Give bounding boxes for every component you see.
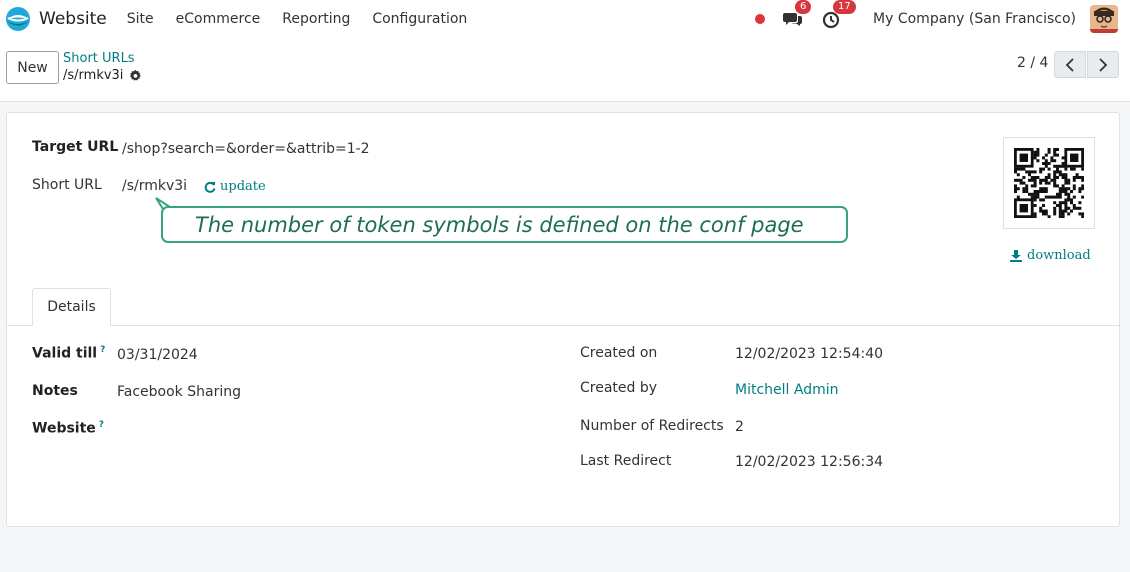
annotation-text: The number of token symbols is defined o… [195, 213, 804, 237]
refresh-icon [204, 181, 216, 193]
record-title-text: /s/rmkv3i [63, 68, 124, 83]
app-name: Website [39, 9, 107, 29]
breadcrumb-short-urls[interactable]: Short URLs [63, 51, 135, 66]
status-dot-icon[interactable] [755, 14, 766, 24]
update-link[interactable]: update [204, 179, 266, 194]
activities-button[interactable]: 17 [821, 0, 856, 29]
created-on-value: 12/02/2023 12:54:40 [735, 346, 884, 362]
main-menu: Site eCommerce Reporting Configuration [127, 11, 490, 27]
valid-till-help-icon[interactable]: ? [100, 345, 105, 355]
download-link-text: download [1027, 248, 1091, 263]
chevron-left-icon [1065, 57, 1074, 72]
messages-count-badge: 6 [795, 0, 812, 14]
tab-details[interactable]: Details [32, 288, 111, 326]
pager-previous-button[interactable] [1054, 51, 1086, 78]
pager-next-button[interactable] [1087, 51, 1119, 78]
annotation-callout: The number of token symbols is defined o… [161, 206, 848, 243]
last-redirect-value: 12/02/2023 12:56:34 [735, 454, 884, 470]
valid-till-label: Valid till? [32, 345, 105, 362]
messages-button[interactable]: 6 [783, 0, 812, 29]
menu-item-site[interactable]: Site [127, 11, 154, 27]
menu-item-ecommerce[interactable]: eCommerce [176, 11, 261, 27]
website-app-icon [6, 7, 30, 31]
top-navbar: Website Site eCommerce Reporting Configu… [0, 0, 1130, 38]
navbar-systray: 6 17 My Company (San Francisco) [755, 0, 1118, 38]
app-brand[interactable]: Website [5, 6, 107, 32]
user-avatar[interactable] [1090, 5, 1118, 33]
short-url-label: Short URL [32, 177, 102, 193]
target-url-value[interactable]: /shop?search=&order=&attrib=1-2 [122, 141, 370, 157]
last-redirect-label: Last Redirect [580, 453, 672, 469]
website-label-text: Website [32, 420, 96, 437]
target-url-label: Target URL [32, 139, 119, 155]
qr-code [1003, 137, 1095, 229]
redirects-label: Number of Redirects [580, 418, 724, 434]
notes-label: Notes [32, 383, 78, 399]
update-link-text: update [220, 179, 266, 194]
website-help-icon[interactable]: ? [99, 420, 104, 430]
redirects-value: 2 [735, 419, 744, 435]
control-panel: New Short URLs /s/rmkv3i 2 / 4 [0, 38, 1130, 102]
tab-divider [7, 325, 1119, 326]
notes-value[interactable]: Facebook Sharing [117, 384, 241, 400]
short-url-value[interactable]: /s/rmkv3i [122, 178, 187, 194]
form-sheet: Target URL /shop?search=&order=&attrib=1… [6, 112, 1120, 527]
valid-till-value[interactable]: 03/31/2024 [117, 347, 198, 363]
created-by-value[interactable]: Mitchell Admin [735, 382, 839, 398]
qr-code-image [1014, 148, 1085, 219]
gear-icon[interactable] [129, 69, 142, 82]
company-switcher[interactable]: My Company (San Francisco) [873, 11, 1076, 27]
website-label: Website? [32, 420, 104, 437]
record-title: /s/rmkv3i [63, 68, 142, 83]
created-on-label: Created on [580, 345, 658, 361]
activities-count-badge: 17 [833, 0, 856, 14]
download-icon [1010, 249, 1022, 262]
valid-till-label-text: Valid till [32, 345, 98, 362]
chevron-right-icon [1099, 57, 1108, 72]
menu-item-configuration[interactable]: Configuration [372, 11, 467, 27]
pager-value[interactable]: 2 / 4 [1017, 55, 1048, 71]
menu-item-reporting[interactable]: Reporting [282, 11, 350, 27]
download-link[interactable]: download [1010, 248, 1091, 263]
created-by-label: Created by [580, 380, 658, 396]
user-avatar-icon [1090, 5, 1118, 33]
new-button[interactable]: New [6, 51, 59, 84]
